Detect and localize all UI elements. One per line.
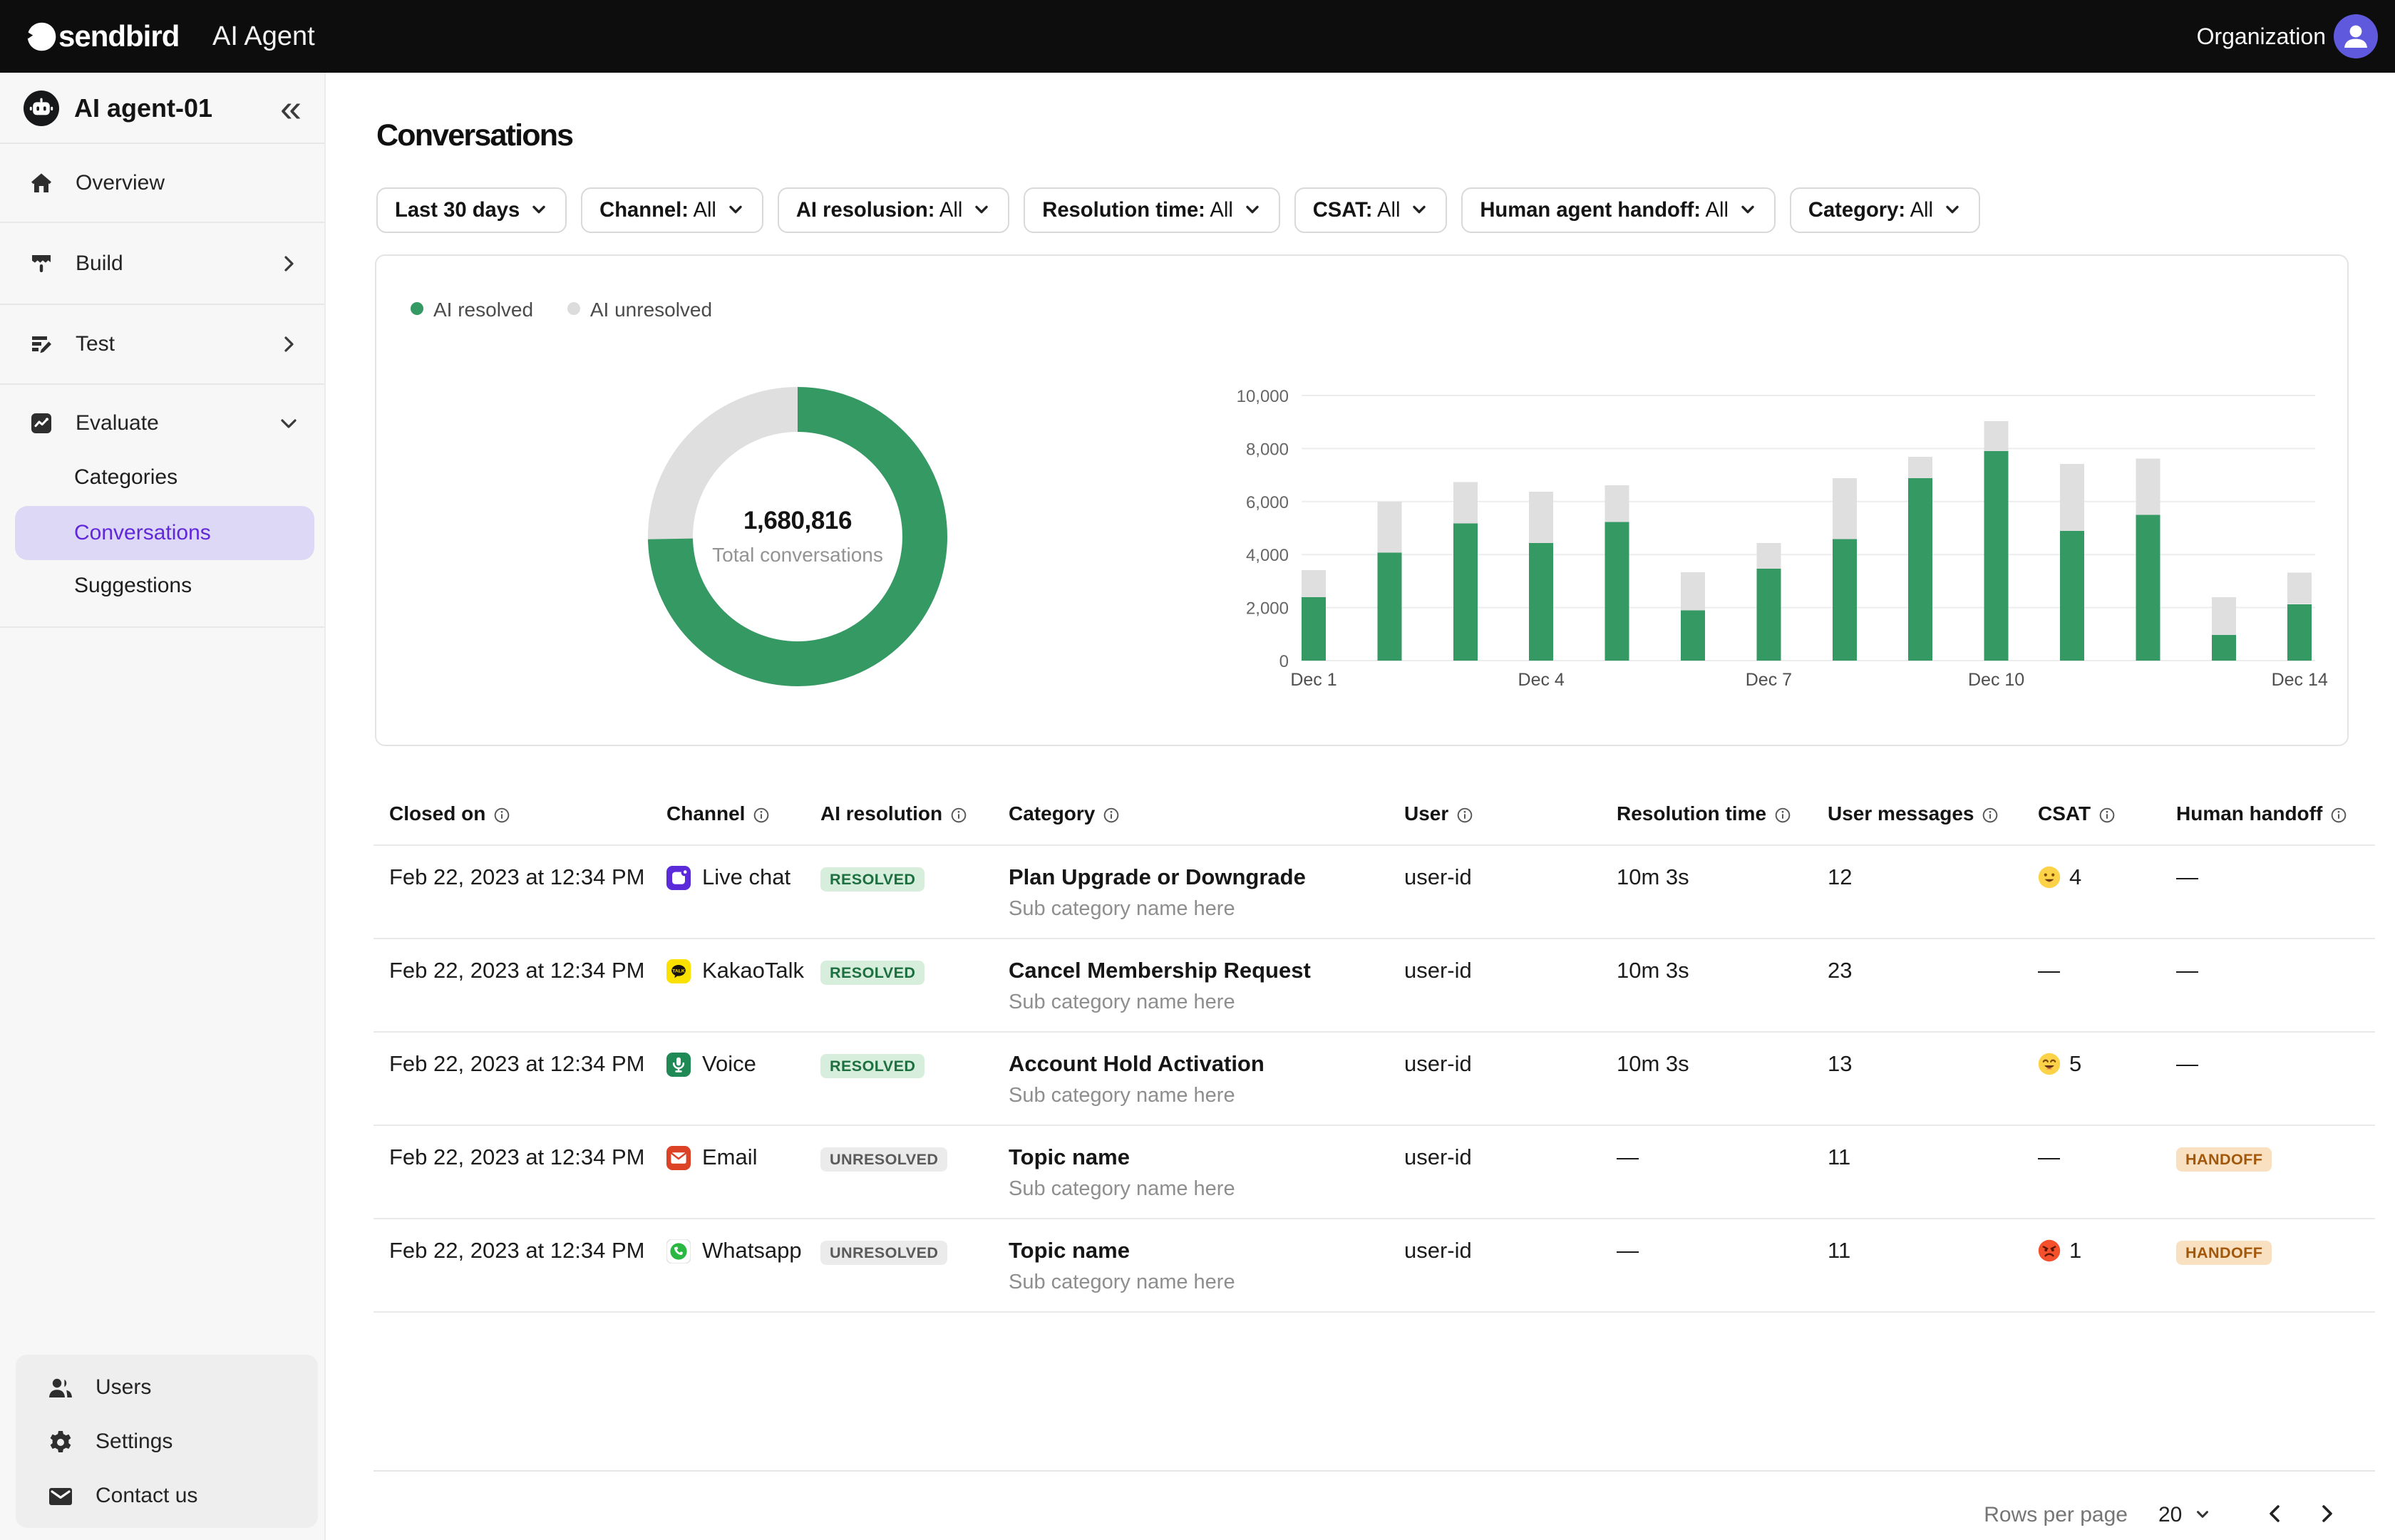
svg-text:Dec 4: Dec 4	[1518, 670, 1565, 690]
svg-text:6,000: 6,000	[1246, 493, 1289, 512]
svg-text:Dec 7: Dec 7	[1746, 670, 1792, 690]
svg-text:0: 0	[1279, 652, 1289, 671]
svg-text:10,000: 10,000	[1237, 387, 1289, 406]
svg-text:2,000: 2,000	[1246, 599, 1289, 619]
svg-text:Dec 14: Dec 14	[2272, 670, 2328, 690]
svg-text:Dec 10: Dec 10	[1968, 670, 2024, 690]
svg-text:TALK: TALK	[672, 969, 685, 974]
svg-text:8,000: 8,000	[1246, 440, 1289, 459]
svg-text:4,000: 4,000	[1246, 546, 1289, 565]
svg-text:Dec 1: Dec 1	[1290, 670, 1336, 690]
